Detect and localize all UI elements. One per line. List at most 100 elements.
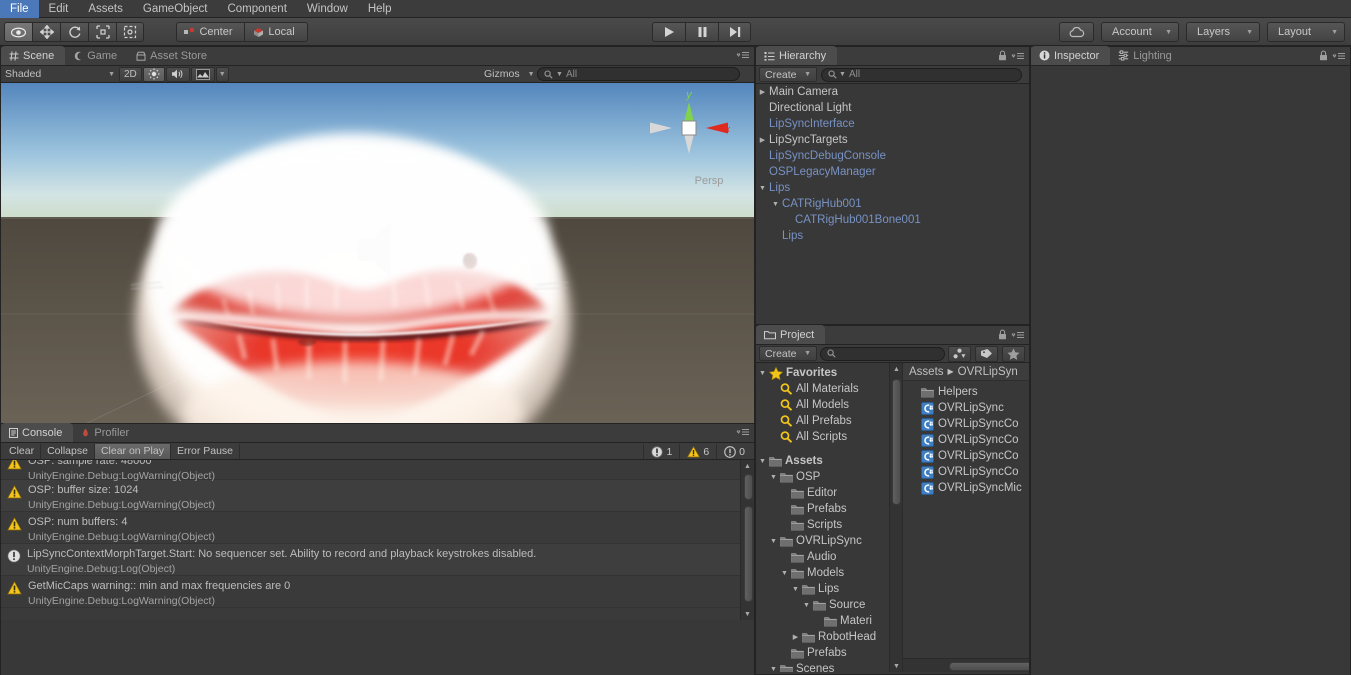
project-create-button[interactable]: Create ▼ — [759, 346, 817, 361]
chevron-down-icon[interactable]: ▼ — [789, 586, 802, 593]
toggle-audio-button[interactable] — [165, 66, 190, 82]
lock-icon[interactable] — [998, 50, 1007, 61]
label-filter-button[interactable] — [975, 345, 998, 362]
chevron-down-icon[interactable]: ▼ — [756, 370, 769, 377]
toggle-lighting-button[interactable] — [142, 66, 165, 82]
asset-item[interactable]: Helpers — [903, 384, 1029, 400]
console-scroll-thumb[interactable] — [743, 474, 753, 500]
console-message-row[interactable]: OSP: sample rate: 48000 UnityEngine.Debug… — [1, 460, 754, 482]
cloud-button[interactable] — [1059, 22, 1094, 42]
asset-item[interactable]: OVRLipSyncCo — [903, 464, 1029, 480]
project-tree-scroll-thumb[interactable] — [892, 379, 901, 505]
rect-tool-button[interactable] — [116, 22, 144, 42]
console-scroll-thumb-2[interactable] — [743, 506, 753, 602]
asset-list-hscroll[interactable] — [903, 658, 1029, 672]
tab-console[interactable]: Console — [1, 423, 74, 442]
scroll-up-icon[interactable]: ▲ — [741, 460, 754, 472]
hierarchy-item[interactable]: ▼ CATRigHub001 — [756, 196, 1029, 212]
hierarchy-item[interactable]: LipSyncInterface — [756, 116, 1029, 132]
hierarchy-item[interactable]: ▶ LipSyncTargets — [756, 132, 1029, 148]
hierarchy-item[interactable]: ▼ Lips — [756, 180, 1029, 196]
space-mode-button[interactable]: Local — [244, 22, 308, 42]
pivot-mode-button[interactable]: Center — [176, 22, 244, 42]
tab-project[interactable]: Project — [756, 325, 826, 344]
toggle-2d-button[interactable]: 2D — [119, 66, 142, 82]
rotate-tool-button[interactable] — [60, 22, 88, 42]
hierarchy-item[interactable]: Lips — [756, 228, 1029, 244]
asset-hscroll-thumb[interactable] — [949, 662, 1029, 671]
chevron-right-icon[interactable]: ▶ — [756, 88, 769, 96]
chevron-down-icon[interactable]: ▼ — [756, 458, 769, 465]
tab-game[interactable]: Game — [65, 46, 128, 65]
project-tree-item[interactable]: Scripts — [756, 517, 902, 533]
menu-item-edit[interactable]: Edit — [39, 0, 79, 18]
project-tree-item[interactable]: Editor — [756, 485, 902, 501]
chevron-right-icon[interactable]: ▶ — [756, 136, 769, 144]
gizmos-dropdown[interactable]: Gizmos ▼ — [480, 66, 535, 82]
project-tree-item[interactable]: All Scripts — [756, 429, 902, 445]
project-tree-item[interactable]: All Models — [756, 397, 902, 413]
hierarchy-item[interactable]: CATRigHub001Bone001 — [756, 212, 1029, 228]
asset-item[interactable]: OVRLipSync — [903, 400, 1029, 416]
tab-profiler[interactable]: Profiler — [73, 423, 140, 442]
project-tree-item[interactable]: ▼ OVRLipSync — [756, 533, 902, 549]
console-clear-button[interactable]: Clear — [3, 443, 42, 459]
chevron-down-icon[interactable]: ▼ — [769, 201, 782, 208]
chevron-down-icon[interactable]: ▼ — [756, 185, 769, 192]
menu-item-help[interactable]: Help — [358, 0, 402, 18]
chevron-right-icon[interactable]: ▶ — [789, 633, 802, 641]
project-tree-item[interactable]: ▼ Scenes — [756, 661, 902, 672]
scene-viewport[interactable]: y x Persp — [1, 83, 754, 426]
project-tree-scrollbar[interactable]: ▲ ▼ — [889, 363, 902, 672]
info-badge[interactable]: 0 — [716, 444, 752, 459]
tab-hierarchy[interactable]: Hierarchy — [756, 46, 838, 65]
console-message-row[interactable]: LipSyncContextMorphTarget.Start: No sequ… — [1, 544, 754, 576]
scene-search-input[interactable]: ▼ All — [537, 67, 740, 81]
play-button[interactable] — [652, 22, 685, 42]
project-tree-item[interactable]: Audio — [756, 549, 902, 565]
pause-button[interactable] — [685, 22, 718, 42]
error-badge[interactable]: 1 — [643, 444, 679, 459]
project-tree-item[interactable]: ▼ Assets — [756, 453, 902, 469]
scroll-down-icon[interactable]: ▼ — [741, 608, 754, 620]
scene-panel-menu[interactable] — [736, 50, 750, 63]
console-message-row[interactable]: OSP: num buffers: 4 UnityEngine.Debug:Log… — [1, 512, 754, 544]
panel-menu-icon[interactable] — [1011, 330, 1025, 340]
console-message-row[interactable]: GetMicCaps warning:: min and max frequen… — [1, 576, 754, 608]
layers-dropdown[interactable]: Layers ▼ — [1186, 22, 1260, 42]
project-tree-item[interactable]: ▼ Favorites — [756, 365, 902, 381]
chevron-down-icon[interactable]: ▼ — [767, 666, 780, 673]
scroll-up-icon[interactable]: ▲ — [890, 363, 902, 375]
hierarchy-item[interactable]: Directional Light — [756, 100, 1029, 116]
console-collapse-button[interactable]: Collapse — [41, 443, 95, 459]
lock-icon[interactable] — [1319, 50, 1328, 61]
favorite-filter-button[interactable] — [1002, 345, 1025, 362]
tab-inspector[interactable]: Inspector — [1031, 46, 1111, 65]
menu-item-file[interactable]: File — [0, 0, 39, 18]
step-button[interactable] — [718, 22, 751, 42]
chevron-down-icon[interactable]: ▼ — [778, 570, 791, 577]
hierarchy-item[interactable]: LipSyncDebugConsole — [756, 148, 1029, 164]
menu-item-window[interactable]: Window — [297, 0, 358, 18]
tab-lighting[interactable]: Lighting — [1110, 46, 1183, 65]
lock-icon[interactable] — [998, 329, 1007, 340]
menu-item-gameobject[interactable]: GameObject — [133, 0, 218, 18]
project-tree[interactable]: ▼ Favorites All Materials All Models All Pre… — [756, 363, 902, 672]
chevron-down-icon[interactable]: ▼ — [767, 538, 780, 545]
console-error-pause-button[interactable]: Error Pause — [171, 443, 241, 459]
menu-item-assets[interactable]: Assets — [78, 0, 133, 18]
project-tree-item[interactable]: All Prefabs — [756, 413, 902, 429]
console-panel-menu[interactable] — [736, 427, 750, 440]
asset-item[interactable]: OVRLipSyncCo — [903, 448, 1029, 464]
project-tree-item[interactable]: ▶ RobotHead — [756, 629, 902, 645]
console-clear-on-play-button[interactable]: Clear on Play — [94, 443, 171, 459]
hierarchy-item[interactable]: OSPLegacyManager — [756, 164, 1029, 180]
tab-asset-store[interactable]: Asset Store — [128, 46, 218, 65]
warning-badge[interactable]: 6 — [679, 444, 716, 459]
project-tree-item[interactable]: ▼ OSP — [756, 469, 902, 485]
scroll-down-icon[interactable]: ▼ — [890, 660, 902, 672]
project-tree-item[interactable]: ▼ Source — [756, 597, 902, 613]
hierarchy-search-input[interactable]: ▼ All — [821, 67, 1022, 82]
object-filter-button[interactable] — [948, 345, 971, 362]
asset-item[interactable]: OVRLipSyncCo — [903, 416, 1029, 432]
